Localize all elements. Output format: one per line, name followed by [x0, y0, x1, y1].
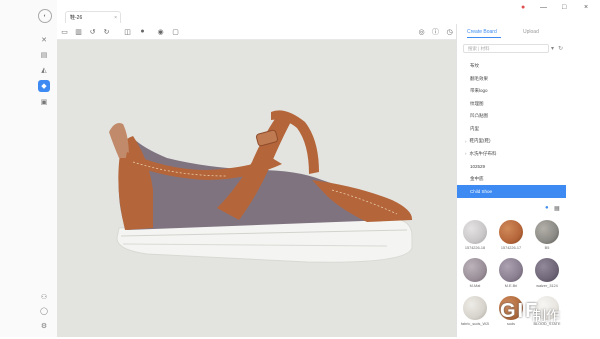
swatch-thumb — [499, 258, 523, 282]
swatch-item[interactable]: fabric_suds_W2L — [461, 296, 489, 326]
list-item[interactable]: 102529 — [457, 160, 567, 173]
list-item[interactable]: 布纹 — [457, 60, 567, 73]
3d-viewport[interactable] — [57, 40, 456, 337]
app-logo-icon: ◐ — [38, 9, 52, 23]
left-toolbar: ◐ ✕ ▤ ◭ ◆ ▣ ⚇ ◯ ⚙ — [0, 0, 58, 337]
folder-label: 水洗牛仔布料 — [469, 150, 497, 156]
panel-tabs: Create Board Upload — [457, 24, 567, 39]
swatch-thumb — [463, 220, 487, 244]
list-item[interactable]: 纹理图 — [457, 98, 567, 111]
swatch-label: 1574226-18 — [464, 246, 486, 250]
library-icon[interactable]: ▣ — [38, 96, 50, 108]
settings-icon[interactable]: ⚙ — [38, 320, 50, 332]
list-item[interactable]: 金中底 — [457, 173, 567, 186]
tab-create-board[interactable]: Create Board — [467, 29, 497, 35]
swatch-thumb — [463, 296, 487, 320]
screen-icon[interactable]: ▢ — [171, 27, 180, 36]
refresh-icon[interactable]: ↻ — [558, 45, 563, 52]
list-folder[interactable]: › 水洗牛仔布料 — [457, 148, 567, 161]
cross-tool-icon[interactable]: ✕ — [38, 34, 50, 46]
redo-icon[interactable]: ↻ — [102, 27, 111, 36]
list-item[interactable]: 翻毛效果 — [457, 73, 567, 86]
info-icon[interactable]: ⓘ — [431, 27, 440, 36]
swatch-label: M-Mat — [469, 284, 481, 288]
list-folder[interactable]: › 鞋内里(鞋) — [457, 135, 567, 148]
save-icon[interactable]: ▥ — [74, 27, 83, 36]
file-icon[interactable]: ▤ — [38, 49, 50, 61]
list-item[interactable]: 内里 — [457, 123, 567, 136]
shoe-render — [109, 110, 413, 263]
sole-icon[interactable]: ◭ — [38, 64, 50, 76]
tab-title: 鞋-26 — [70, 15, 83, 21]
help-icon[interactable]: ◯ — [38, 305, 50, 317]
user-icon[interactable]: ⚇ — [38, 291, 50, 303]
history-icon[interactable]: ◷ — [445, 27, 454, 36]
shoe-model-icon[interactable]: ◆ — [38, 80, 50, 92]
swatch-label: B5 — [544, 246, 550, 250]
view-icon[interactable]: ◎ — [417, 27, 426, 36]
notification-icon[interactable]: ● — [521, 4, 525, 11]
camera-icon[interactable]: ◉ — [156, 27, 165, 36]
swatch-thumb — [535, 220, 559, 244]
swatch-item[interactable]: M.E.Bri — [497, 258, 525, 288]
color-dot-icon[interactable]: ● — [545, 205, 549, 211]
material-list: 布纹 翻毛效果 带来logo 纹理图 凹凸贴图 内里 › 鞋内里(鞋) › 水洗牛仔… — [457, 60, 567, 198]
swatch-label: fabric_suds_W2L — [461, 322, 489, 326]
title-bar: 鞋-26 × ● — □ × — [57, 0, 600, 26]
active-tab-indicator — [467, 37, 501, 38]
viewport-toolbar: ▭ ▥ ↺ ↻ ◫ ● ◉ ▢ ◎ ⓘ ◷ — [57, 24, 456, 40]
filter-icon[interactable]: ▾ — [551, 45, 554, 52]
minimize-button[interactable]: — — [540, 4, 547, 11]
right-margin — [566, 24, 600, 337]
swatch-item[interactable]: B5 — [533, 220, 561, 250]
swatch-label: walzer_3124 — [536, 284, 558, 288]
undo-icon[interactable]: ↺ — [88, 27, 97, 36]
swatch-thumb — [499, 220, 523, 244]
list-item-selected[interactable]: Child Shoe — [457, 185, 567, 198]
tab-close-icon[interactable]: × — [114, 15, 117, 21]
chevron-right-icon: › — [465, 138, 467, 144]
list-item[interactable]: 带来logo — [457, 85, 567, 98]
document-tab[interactable]: 鞋-26 × — [65, 11, 121, 23]
swatch-item[interactable]: 1574226-18 — [461, 220, 489, 250]
new-icon[interactable]: ▭ — [60, 27, 69, 36]
folder-label: 鞋内里(鞋) — [469, 138, 491, 144]
search-placeholder: 搜索 | 材料 — [468, 45, 490, 51]
maximize-button[interactable]: □ — [562, 4, 566, 11]
swatch-label: M.E.Bri — [504, 284, 518, 288]
watermark-zh: 制作 — [532, 308, 560, 324]
close-button[interactable]: × — [584, 4, 588, 11]
material-panel: Create Board Upload 搜索 | 材料 ▾ ↻ 布纹 翻毛效果 … — [456, 24, 567, 337]
list-item[interactable]: 凹凸贴图 — [457, 110, 567, 123]
swatch-item[interactable]: 1574226-17 — [497, 220, 525, 250]
tab-upload[interactable]: Upload — [523, 29, 539, 35]
search-input[interactable]: 搜索 | 材料 — [463, 44, 549, 53]
chevron-right-icon: › — [465, 151, 467, 157]
grid-view-icon[interactable]: ▦ — [554, 205, 560, 212]
swatch-item[interactable]: walzer_3124 — [533, 258, 561, 288]
swatch-item[interactable]: M-Mat — [461, 258, 489, 288]
swatch-thumb — [463, 258, 487, 282]
split-icon[interactable]: ◫ — [123, 27, 132, 36]
material-ball-icon[interactable]: ● — [138, 27, 147, 36]
swatch-thumb — [535, 258, 559, 282]
swatch-label: 1574226-17 — [500, 246, 522, 250]
